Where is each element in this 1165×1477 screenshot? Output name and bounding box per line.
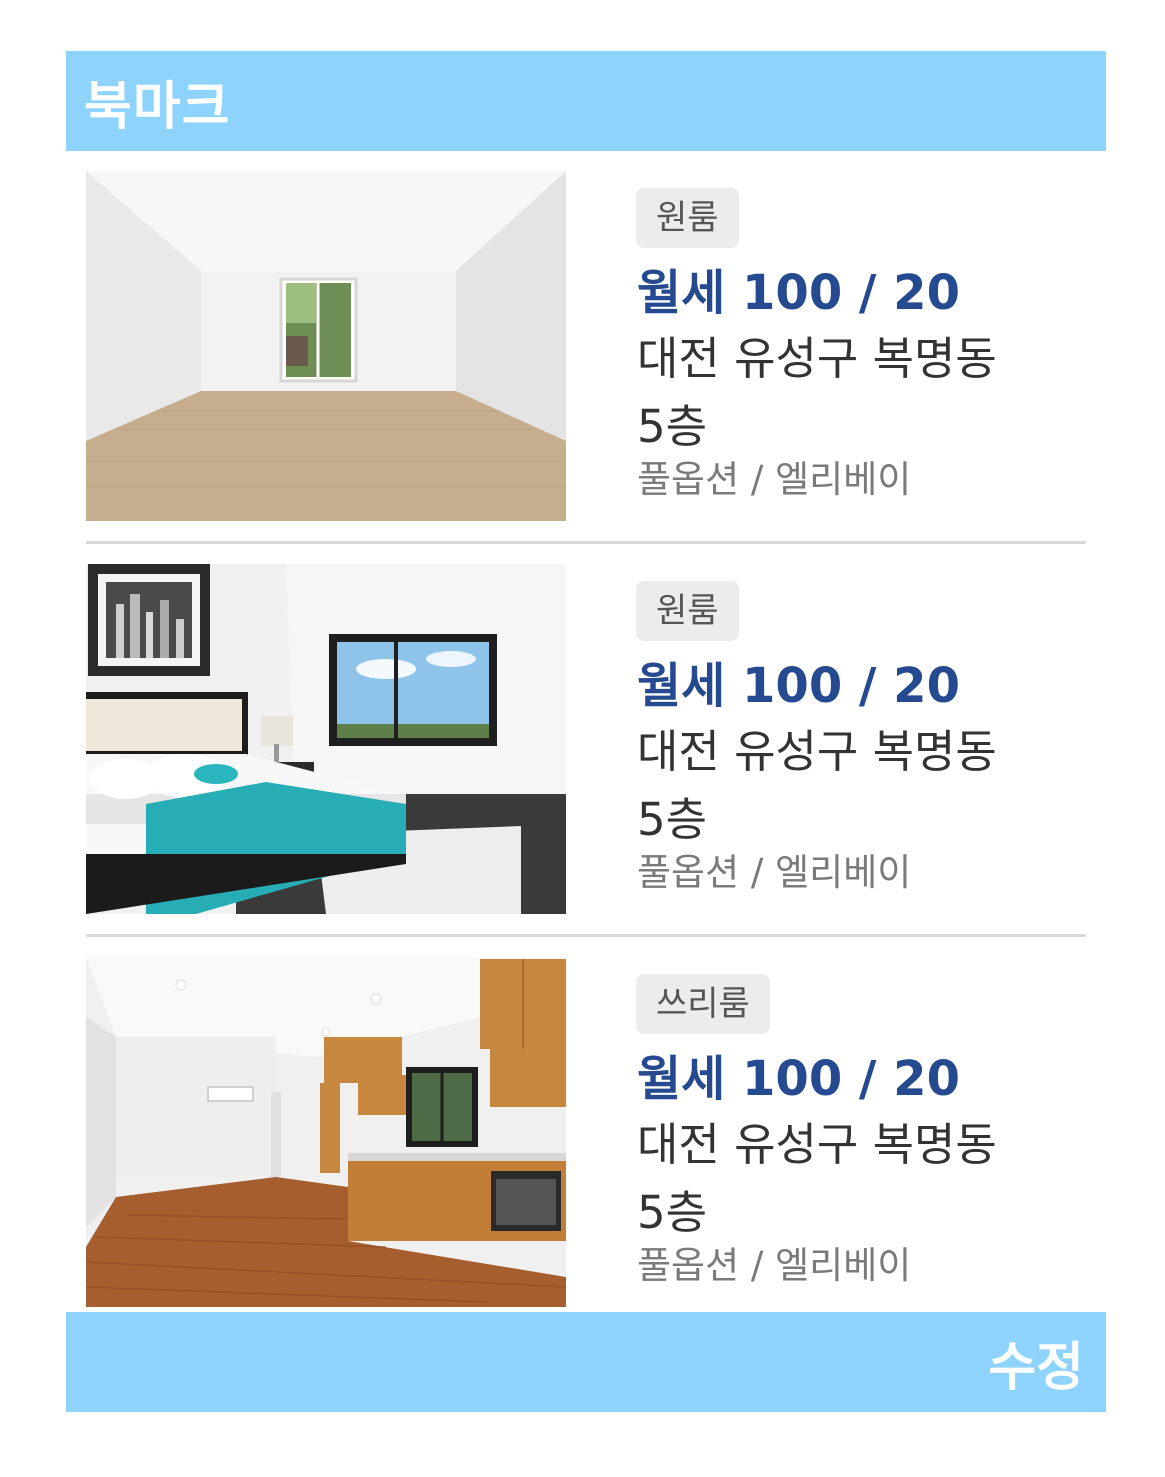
listing-address: 대전 유성구 복명동 [637,332,997,385]
listing-card[interactable]: 원룸 월세 100 / 20 대전 유성구 복명동 5층 풀옵션 / 엘리베이 [86,564,1086,914]
listing-price: 월세 100 / 20 [637,265,960,321]
listing-card[interactable]: 쓰리룸 월세 100 / 20 대전 유성구 복명동 5층 풀옵션 / 엘리베이 [86,957,1086,1307]
page-title: 북마크 [84,76,231,137]
room-photo[interactable] [86,171,566,521]
empty-room-image [86,171,566,521]
listing-floor: 5층 [637,400,708,453]
listing-info: 원룸 월세 100 / 20 대전 유성구 복명동 5층 풀옵션 / 엘리베이 [636,564,1086,914]
bottom-bar: 수정 [66,1312,1106,1412]
listing-floor: 5층 [637,793,708,846]
listing-price: 월세 100 / 20 [637,1051,960,1107]
listing-floor: 5층 [637,1186,708,1239]
kitchen-room-image [86,957,566,1307]
listing-address: 대전 유성구 복명동 [637,725,997,778]
edit-button[interactable]: 수정 [988,1325,1084,1400]
divider [86,934,1086,937]
room-photo[interactable] [86,564,566,914]
bookmark-header: 북마크 [66,51,1106,151]
listing-options: 풀옵션 / 엘리베이 [637,458,912,501]
listing-address: 대전 유성구 복명동 [637,1118,997,1171]
room-type-badge: 원룸 [636,581,739,641]
room-photo[interactable] [86,957,566,1307]
room-type-badge: 쓰리룸 [636,974,770,1034]
listing-options: 풀옵션 / 엘리베이 [637,851,912,894]
divider [86,541,1086,544]
listing-price: 월세 100 / 20 [637,658,960,714]
bedroom-image [86,564,566,914]
listing-card[interactable]: 원룸 월세 100 / 20 대전 유성구 복명동 5층 풀옵션 / 엘리베이 [86,171,1086,521]
listing-options: 풀옵션 / 엘리베이 [637,1244,912,1287]
room-type-badge: 원룸 [636,188,739,248]
listing-info: 원룸 월세 100 / 20 대전 유성구 복명동 5층 풀옵션 / 엘리베이 [636,171,1086,521]
listing-info: 쓰리룸 월세 100 / 20 대전 유성구 복명동 5층 풀옵션 / 엘리베이 [636,957,1086,1307]
